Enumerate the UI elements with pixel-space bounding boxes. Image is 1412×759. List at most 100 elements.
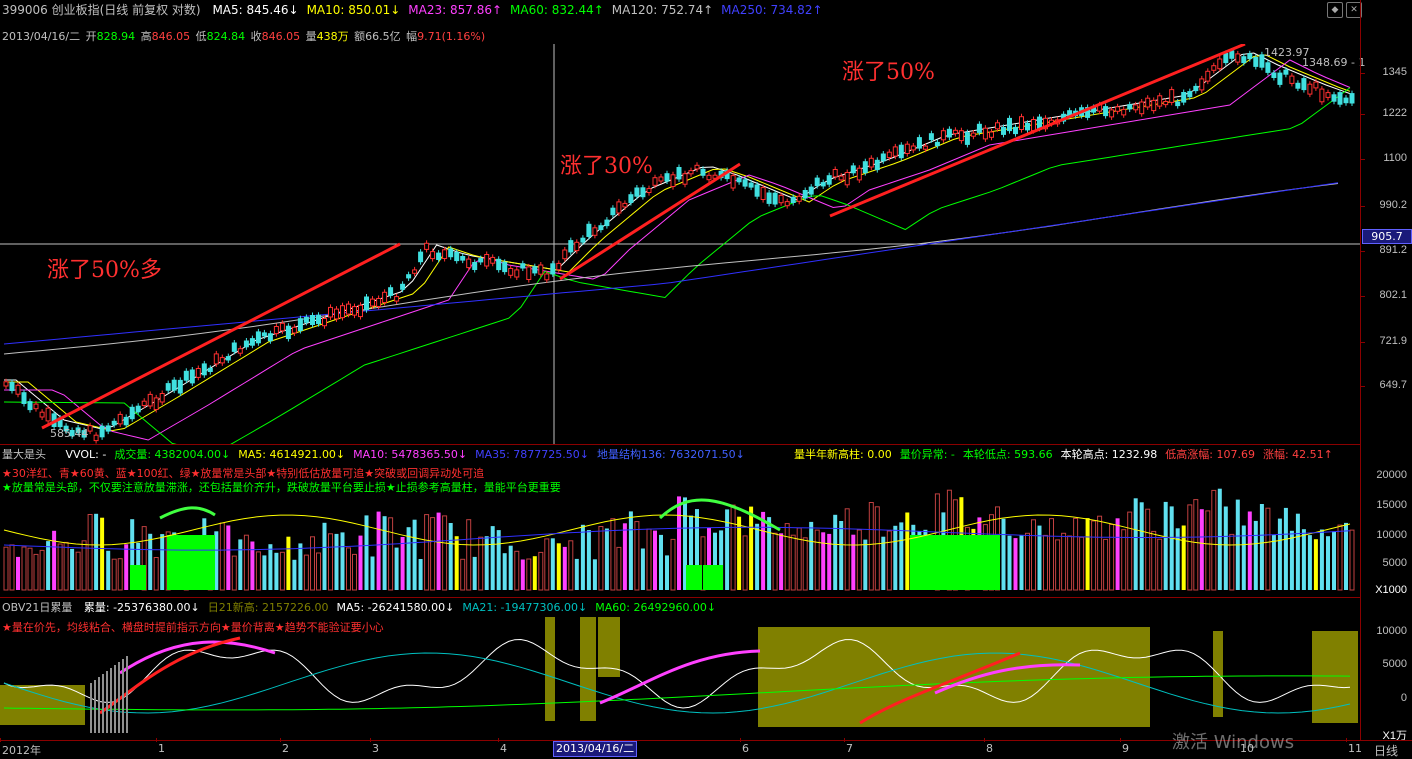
volume-bar: [21, 546, 27, 591]
volume-bar: [665, 555, 669, 590]
candle: [1223, 52, 1229, 64]
high-value: 846.05: [151, 30, 191, 43]
candle: [1289, 75, 1295, 84]
candle: [796, 195, 802, 202]
candle: [129, 406, 135, 420]
candle: [1139, 101, 1145, 115]
date-tick: 11: [1348, 742, 1362, 755]
volume-bar: [394, 547, 399, 590]
candle: [237, 348, 243, 354]
candle: [364, 296, 369, 311]
volume-bar: [226, 525, 231, 590]
candle: [568, 240, 574, 253]
candle: [436, 252, 442, 261]
period-label[interactable]: 日线: [1374, 742, 1398, 759]
candle: [1271, 72, 1277, 78]
volume-bar: [646, 528, 652, 591]
obv-chart[interactable]: [0, 613, 1360, 740]
volume-bar: [670, 538, 676, 591]
candle: [279, 322, 285, 332]
candle: [682, 173, 688, 185]
volume-bar: [893, 525, 898, 590]
volume-bar: [886, 530, 892, 591]
volume-bar: [418, 559, 423, 590]
volume-bar: [1223, 506, 1228, 590]
volume-chart[interactable]: [0, 460, 1360, 596]
restore-window-button[interactable]: ◆: [1327, 2, 1343, 18]
candle: [27, 401, 33, 411]
candle: [291, 326, 297, 334]
candle: [1331, 94, 1337, 102]
volume-bar: [767, 517, 772, 590]
candle: [550, 263, 556, 275]
volume-bar: [1109, 524, 1115, 591]
volume-bar: [262, 555, 267, 590]
candle: [1229, 50, 1235, 59]
candle: [472, 262, 478, 270]
candle: [916, 137, 922, 149]
candle: [904, 143, 910, 154]
price-chart[interactable]: [0, 44, 1360, 444]
obv-block: [580, 617, 596, 721]
volume-bar: [550, 538, 555, 590]
candle: [1193, 85, 1199, 92]
candle: [538, 264, 544, 275]
candle: [1349, 93, 1355, 104]
candle: [1133, 104, 1139, 111]
volume-bar: [1247, 511, 1252, 590]
chg-label: 幅: [406, 30, 418, 43]
candle: [520, 263, 526, 269]
price-tick: 802.1: [1379, 289, 1407, 301]
candle: [1103, 106, 1109, 117]
volume-bar: [148, 533, 153, 590]
volume-bar: [16, 556, 20, 590]
candle: [886, 151, 892, 159]
volume-bar: [460, 558, 466, 591]
main-chart-header: 399006 创业板指(日线 前复权 对数) MA5: 845.46↓ MA10:…: [2, 1, 827, 18]
close-label: 收: [250, 30, 262, 43]
candle: [111, 420, 117, 426]
candle: [862, 161, 868, 174]
volume-bar: [255, 551, 261, 591]
candle: [856, 167, 862, 181]
candle: [502, 261, 508, 273]
candle: [93, 434, 99, 442]
vol-value: 438万: [316, 30, 349, 43]
volume-bar: [1301, 529, 1306, 590]
candle: [592, 227, 598, 236]
volume-bar: [63, 541, 69, 591]
volume-bar: [640, 548, 645, 590]
volume-bar: [298, 543, 303, 590]
volume-bar: [839, 521, 844, 590]
price-tick: 1345: [1382, 66, 1407, 78]
candle: [802, 190, 808, 199]
volume-bar: [1127, 511, 1133, 591]
volume-bar: [730, 504, 736, 591]
candle: [1277, 72, 1283, 85]
candle: [580, 237, 586, 243]
candle: [574, 241, 580, 252]
candle: [676, 167, 682, 180]
candle: [1247, 53, 1253, 60]
date-tick-mark: [280, 738, 281, 742]
volume-bar: [905, 512, 910, 590]
bar-date: 2013/04/16/二: [2, 30, 81, 43]
obv-bar: [94, 680, 96, 733]
volume-bar: [784, 523, 790, 591]
candle: [664, 173, 670, 182]
candle: [892, 146, 898, 157]
candle: [231, 342, 237, 352]
volume-highlight-block: [703, 565, 723, 590]
crosshair-price-tag: 905.7: [1362, 229, 1412, 244]
volume-bar: [3, 546, 9, 591]
candle: [213, 353, 219, 365]
volume-bar: [448, 523, 453, 590]
date-tick-mark: [1120, 738, 1121, 742]
candle: [183, 370, 189, 381]
candle: [868, 157, 874, 168]
volume-bar: [1289, 530, 1294, 590]
candle: [634, 187, 640, 197]
volume-bar: [1007, 535, 1012, 590]
candle: [532, 266, 538, 274]
volume-bar: [352, 553, 357, 591]
